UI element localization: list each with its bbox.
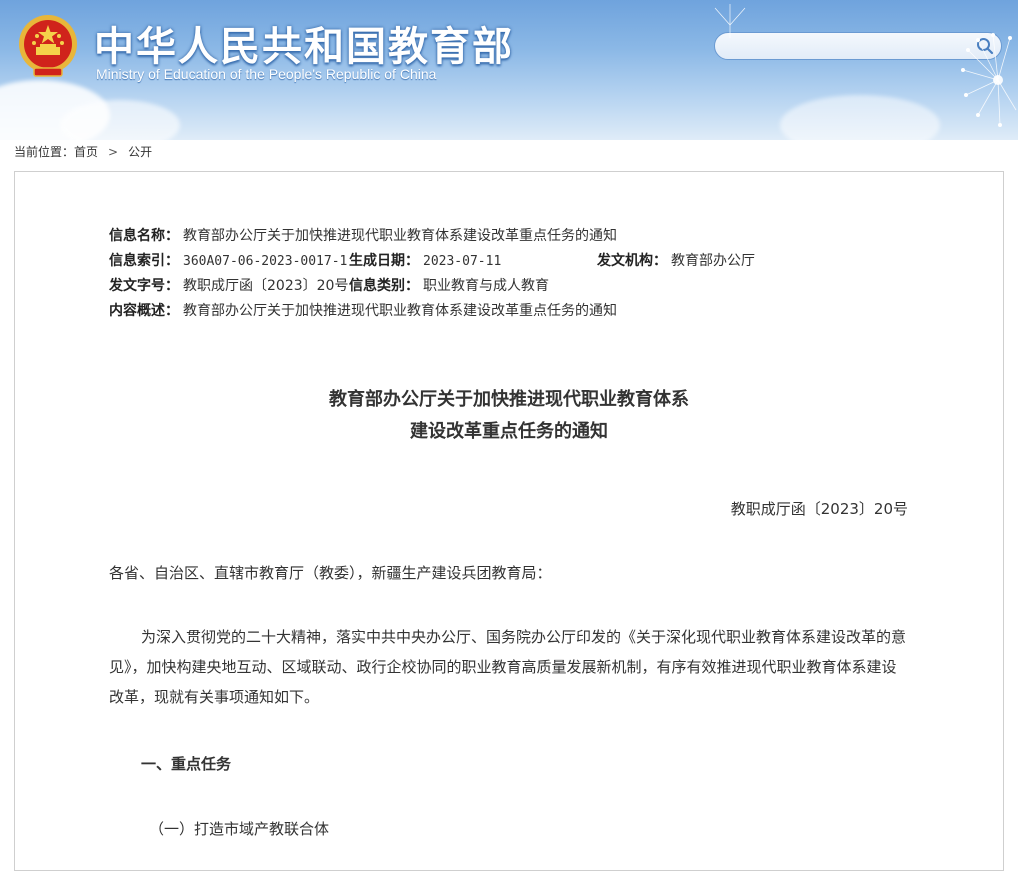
meta-summary-value: 教育部办公厅关于加快推进现代职业教育体系建设改革重点任务的通知 <box>183 303 617 319</box>
meta-org-value: 教育部办公厅 <box>671 253 755 269</box>
section-heading: 一、重点任务 <box>141 755 232 773</box>
site-header: 中华人民共和国教育部 Ministry of Education of the … <box>0 0 1018 140</box>
meta-docno-value: 教职成厅函〔2023〕20号 <box>183 278 349 294</box>
meta-org-label: 发文机构： <box>597 253 667 269</box>
meta-name-value: 教育部办公厅关于加快推进现代职业教育体系建设改革重点任务的通知 <box>183 228 617 244</box>
meta-row-date: 生成日期： 2023-07-11 <box>349 250 501 270</box>
meta-index-value: 360A07-06-2023-0017-1 <box>183 254 348 269</box>
meta-row-docno: 发文字号： 教职成厅函〔2023〕20号 <box>109 275 348 295</box>
meta-row-index: 信息索引： 360A07-06-2023-0017-1 <box>109 250 347 270</box>
meta-name-label: 信息名称： <box>109 228 179 244</box>
salutation: 各省、自治区、直辖市教育厅（教委），新疆生产建设兵团教育局： <box>109 564 552 582</box>
dandelion-seed-decoration <box>714 4 746 38</box>
meta-summary-label: 内容概述： <box>109 303 179 319</box>
meta-category-label: 信息类别： <box>349 278 419 294</box>
meta-row-summary: 内容概述： 教育部办公厅关于加快推进现代职业教育体系建设改革重点任务的通知 <box>109 300 617 320</box>
breadcrumb-home-link[interactable]: 首页 <box>74 143 98 160</box>
intro-paragraph: 为深入贯彻党的二十大精神，落实中共中央办公厅、国务院办公厅印发的《关于深化现代职… <box>109 628 907 706</box>
cloud-decoration <box>60 100 180 140</box>
meta-docno-label: 发文字号： <box>109 278 179 294</box>
cloud-decoration <box>780 95 940 140</box>
breadcrumb-label: 当前位置： <box>14 145 75 159</box>
chevron-right-icon: > <box>108 145 119 159</box>
national-emblem-icon <box>19 15 77 77</box>
meta-category-value: 职业教育与成人教育 <box>423 278 549 294</box>
breadcrumb: 当前位置：首页 > 公开 <box>14 143 152 161</box>
meta-date-label: 生成日期： <box>349 253 419 269</box>
document-title-line1: 教育部办公厅关于加快推进现代职业教育体系 <box>329 389 689 410</box>
meta-index-label: 信息索引： <box>109 253 179 269</box>
dandelion-decoration <box>961 33 1017 127</box>
document-title-line2: 建设改革重点任务的通知 <box>410 421 608 442</box>
site-title: 中华人民共和国教育部 <box>94 24 514 70</box>
document-number: 教职成厅函〔2023〕20号 <box>730 500 908 518</box>
meta-row-category: 信息类别： 职业教育与成人教育 <box>349 275 549 295</box>
subsection-heading: （一）打造市域产教联合体 <box>149 820 330 838</box>
breadcrumb-public-link[interactable]: 公开 <box>128 143 152 160</box>
site-title-english: Ministry of Education of the People's Re… <box>96 66 437 82</box>
meta-date-value: 2023-07-11 <box>423 254 502 269</box>
meta-row-name: 信息名称： 教育部办公厅关于加快推进现代职业教育体系建设改革重点任务的通知 <box>109 225 617 245</box>
meta-row-org: 发文机构： 教育部办公厅 <box>597 250 755 270</box>
